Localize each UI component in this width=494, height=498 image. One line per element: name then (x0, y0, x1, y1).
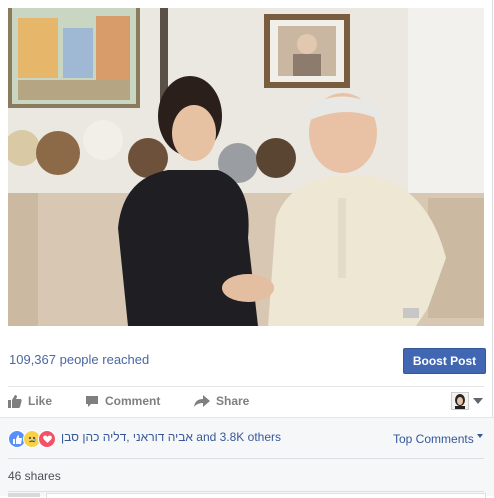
divider (8, 386, 484, 387)
reaction-icons[interactable] (8, 430, 56, 448)
reach-row: 109,367 people reached Boost Post (0, 340, 492, 382)
divider (8, 458, 484, 459)
comment-label: Comment (105, 394, 161, 408)
love-icon (38, 430, 56, 448)
chevron-down-icon (473, 398, 483, 404)
share-label: Share (216, 394, 250, 408)
thumbs-up-icon (8, 395, 22, 408)
top-comments-dropdown[interactable]: Top Comments (393, 432, 483, 446)
post-as-selector[interactable] (451, 392, 483, 410)
share-arrow-icon (194, 394, 210, 407)
post-photo[interactable] (8, 8, 484, 326)
thumbs-up-icon (12, 434, 22, 444)
like-button[interactable]: Like (8, 394, 52, 408)
boost-post-button[interactable]: Boost Post (403, 348, 486, 374)
photo-illustration (8, 8, 484, 326)
sad-face-icon (29, 437, 36, 443)
top-comments-label: Top Comments (393, 432, 474, 446)
others-link[interactable]: and 3.8K others (193, 430, 281, 444)
commenter-avatar (8, 493, 40, 497)
comment-input[interactable] (46, 493, 486, 498)
avatar (451, 392, 469, 410)
post-card: 109,367 people reached Boost Post Like C… (0, 0, 494, 498)
reaction-names: אביה דוראני ,דליה כהן סבן and 3.8K other… (61, 430, 281, 444)
share-button[interactable]: Share (194, 394, 249, 408)
action-bar: Like Comment Share (0, 388, 492, 416)
caret-down-icon (476, 434, 483, 438)
heart-icon (42, 435, 52, 443)
comment-button[interactable]: Comment (85, 394, 160, 408)
like-label: Like (28, 394, 53, 408)
reactor-names-link[interactable]: אביה דוראני ,דליה כהן סבן (61, 430, 193, 444)
feedback-section: אביה דוראני ,דליה כהן סבן and 3.8K other… (0, 417, 494, 498)
reach-count-link[interactable]: 109,367 people reached (9, 352, 149, 367)
comment-icon (86, 395, 98, 407)
shares-count-link[interactable]: 46 shares (8, 469, 61, 483)
profile-picture-icon (452, 393, 468, 409)
